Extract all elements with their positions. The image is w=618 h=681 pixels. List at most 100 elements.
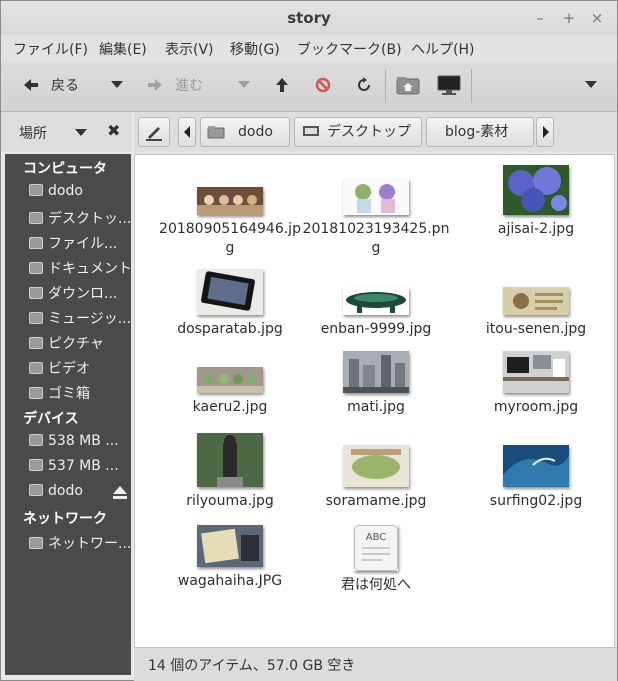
chevron-right-icon (543, 126, 549, 138)
file-name: dosparatab.jpg (177, 321, 283, 337)
status-text: 14 個のアイテム、57.0 GB 空き (148, 658, 356, 674)
sidebar-item-label: ダウンロ... (48, 286, 118, 302)
places-dropdown-icon[interactable] (75, 129, 87, 137)
forward-label: 進む (175, 78, 203, 94)
image-thumbnail (503, 445, 569, 487)
image-thumbnail (343, 445, 409, 487)
image-thumbnail (343, 287, 409, 315)
videos-folder-icon (29, 362, 43, 374)
reload-icon (358, 77, 370, 91)
forward-button[interactable]: 進む (147, 73, 219, 99)
image-thumbnail (197, 433, 263, 487)
sidebar-item-trash[interactable]: ゴミ箱 (29, 383, 131, 405)
sidebar-item-volume-537[interactable]: 537 MB ... (29, 458, 131, 480)
image-thumbnail (343, 351, 409, 393)
sidebar-item-pictures[interactable]: ピクチャ (29, 333, 131, 355)
sidebar-item-documents[interactable]: ドキュメント (29, 258, 131, 280)
computer-button[interactable] (437, 73, 461, 99)
text-file-icon: ABC (354, 525, 398, 571)
sidebar-item-volume-538[interactable]: 538 MB ... (29, 433, 131, 455)
sidebar-header-computer: コンピュータ (23, 161, 107, 177)
close-sidebar-icon[interactable]: ✖ (107, 121, 120, 140)
desktop-icon (303, 126, 319, 136)
home-button[interactable] (396, 73, 420, 99)
edit-location-button[interactable] (138, 117, 170, 147)
title-bar[interactable]: story – + × (1, 1, 617, 35)
path-segment-label: dodo (238, 124, 273, 140)
file-item[interactable]: ajisai-2.jpg (461, 163, 611, 239)
file-item[interactable]: wagahaiha.JPG (155, 525, 305, 591)
home-folder-icon (396, 77, 420, 95)
menu-view[interactable]: 表示(V) (165, 39, 214, 59)
path-segment-dodo[interactable]: dodo (200, 117, 290, 147)
menu-go[interactable]: 移動(G) (230, 39, 280, 59)
back-label: 戻る (51, 78, 79, 94)
eject-icon[interactable] (113, 486, 127, 499)
file-item[interactable]: surfing02.jpg (461, 433, 611, 511)
menu-file[interactable]: ファイル(F) (13, 39, 88, 59)
file-item[interactable]: mati.jpg (301, 351, 451, 417)
sidebar-item-network[interactable]: ネットワー... (29, 533, 131, 555)
minimize-icon[interactable]: – (531, 9, 549, 27)
file-name: wagahaiha.JPG (177, 573, 283, 589)
close-icon[interactable]: × (588, 9, 606, 27)
drive-icon (29, 434, 43, 446)
file-item[interactable]: ABC 君は何処へ (301, 525, 451, 595)
file-item[interactable]: dosparatab.jpg (155, 269, 305, 339)
home-folder-icon (207, 126, 225, 139)
file-item[interactable]: soramame.jpg (301, 433, 451, 511)
file-item[interactable]: itou-senen.jpg (461, 269, 611, 339)
file-name: surfing02.jpg (489, 493, 583, 509)
file-name: kaeru2.jpg (192, 399, 268, 415)
menu-bookmarks[interactable]: ブックマーク(B) (297, 39, 402, 59)
up-button[interactable] (275, 73, 291, 99)
places-header: 場所 ✖ (1, 112, 132, 152)
sidebar-item-downloads[interactable]: ダウンロ... (29, 283, 131, 305)
sidebar-item-label: ピクチャ (48, 336, 104, 352)
sidebar-item-music[interactable]: ミュージッ... (29, 308, 131, 330)
path-back-arrow[interactable] (178, 117, 196, 147)
toolbar-overflow-button[interactable] (585, 73, 601, 99)
network-folder-icon (29, 537, 43, 549)
sidebar-item-filesystem[interactable]: ファイル... (29, 233, 131, 255)
home-folder-icon (29, 184, 43, 196)
sidebar-item-desktop[interactable]: デスクトッ... (29, 208, 131, 230)
file-item[interactable]: kaeru2.jpg (155, 351, 305, 417)
downloads-folder-icon (29, 287, 43, 299)
sidebar-item-dodo[interactable]: dodo (29, 183, 131, 205)
file-item[interactable]: myroom.jpg (461, 351, 611, 417)
path-forward-arrow[interactable] (536, 117, 554, 147)
menu-help[interactable]: ヘルプ(H) (411, 39, 474, 59)
file-item[interactable]: enban-9999.jpg (301, 269, 451, 339)
up-arrow-icon (276, 78, 288, 92)
text-file-preview: ABC (366, 532, 387, 543)
image-thumbnail (343, 179, 409, 215)
chevron-down-icon (111, 81, 123, 88)
file-item[interactable]: 20180905164946.jpg (155, 163, 305, 258)
back-button[interactable]: 戻る (23, 73, 95, 99)
documents-folder-icon (29, 262, 43, 274)
reload-button[interactable] (356, 73, 374, 99)
maximize-icon[interactable]: + (560, 9, 578, 27)
stop-button[interactable] (315, 73, 333, 99)
file-name: mati.jpg (347, 399, 405, 415)
location-bar: dodo デスクトップ blog-素材 (134, 112, 617, 152)
path-segment-blog[interactable]: blog-素材 (426, 117, 534, 147)
menu-edit[interactable]: 編集(E) (99, 39, 147, 59)
file-item[interactable]: 20181023193425.png (301, 163, 451, 258)
path-segment-desktop[interactable]: デスクトップ (294, 117, 422, 147)
file-name: enban-9999.jpg (320, 321, 432, 337)
drive-icon (29, 484, 43, 496)
path-segment-label: デスクトップ (327, 124, 411, 140)
forward-history-dropdown[interactable] (238, 73, 254, 99)
file-manager-window: story – + × ファイル(F) 編集(E) 表示(V) 移動(G) ブッ… (0, 0, 618, 681)
file-item[interactable]: rilyouma.jpg (155, 433, 305, 511)
monitor-icon (437, 75, 461, 95)
sidebar-item-label: ミュージッ... (48, 311, 131, 327)
sidebar-item-videos[interactable]: ビデオ (29, 358, 131, 380)
places-label: 場所 (19, 126, 47, 142)
music-folder-icon (29, 312, 43, 324)
image-thumbnail (503, 287, 569, 315)
back-history-dropdown[interactable] (111, 73, 127, 99)
file-view[interactable]: 20180905164946.jpg 20181023193425.png aj… (134, 154, 615, 648)
